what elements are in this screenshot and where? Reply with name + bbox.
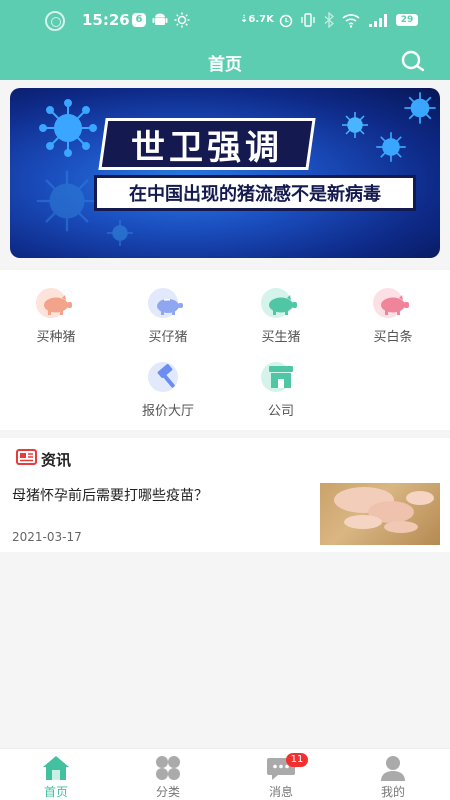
category-item-live-pig[interactable]: 买生猪 [225,288,337,345]
tab-messages[interactable]: 11 消息 [225,749,337,800]
grid-icon [156,756,180,780]
newspaper-icon [16,449,37,465]
status-bar: 15:26 6 ⇣6.7K 29 [0,8,450,32]
category-label: 公司 [267,404,294,419]
piglet-icon [148,288,188,322]
battery-indicator: 29 [396,14,418,26]
brightness-icon [174,12,190,28]
article-title[interactable]: 母猪怀孕前后需要打哪些疫苗？ [12,485,208,505]
pig-icon [373,288,413,322]
pig-icon [261,288,301,322]
virus-illustration [404,92,436,124]
virus-illustration [342,112,368,138]
bottom-tab-bar: 首页 分类 11 消息 我的 [0,748,450,800]
bluetooth-icon [324,12,335,28]
article-date: 2021-03-17 [12,530,82,544]
tab-label: 消息 [268,785,293,799]
virus-illustration [376,132,406,162]
vibrate-icon [301,13,315,27]
carousel-dots [216,248,235,258]
news-section: 资讯 母猪怀孕前后需要打哪些疫苗？ 2021-03-17 [0,438,450,552]
wifi-icon [342,14,360,28]
category-item-quote-hall[interactable]: 报价大厅 [112,362,224,419]
category-item-breeding-pig[interactable]: 买种猪 [0,288,112,345]
net-speed: ⇣6.7K [240,14,274,25]
app-header: 15:26 6 ⇣6.7K 29 首页 [0,0,450,80]
store-icon [261,362,301,396]
banner-subline: 在中国出现的猪流感不是新病毒 [129,184,381,205]
category-item-piglet[interactable]: 买仔猪 [112,288,224,345]
notification-count-badge: 6 [132,13,146,27]
android-icon [152,13,168,25]
home-icon [43,756,69,780]
article-thumbnail[interactable] [320,483,440,545]
category-label: 买仔猪 [148,330,188,345]
search-icon[interactable] [400,49,426,75]
category-label: 买白条 [373,330,413,345]
user-icon [381,756,405,781]
virus-illustration [107,220,133,246]
status-time: 15:26 [82,11,130,29]
category-grid: 买种猪 买仔猪 买生猪 买白条 报价大厅 公司 [0,270,450,430]
tab-category[interactable]: 分类 [112,749,224,800]
tab-profile[interactable]: 我的 [337,749,449,800]
hammer-icon [148,362,188,396]
banner-headline-box: 世卫强调 [98,118,316,170]
banner-subline-box: 在中国出现的猪流感不是新病毒 [94,175,416,211]
virus-illustration [39,99,97,157]
signal-icon [369,14,387,27]
tab-home[interactable]: 首页 [0,749,112,800]
page-title: 首页 [208,55,242,75]
banner-headline: 世卫强调 [131,127,283,168]
banner-carousel[interactable]: 世卫强调 在中国出现的猪流感不是新病毒 [10,88,440,258]
pig-icon [36,288,76,322]
category-item-company[interactable]: 公司 [225,362,337,419]
tab-label: 分类 [155,785,180,799]
tab-label: 首页 [43,785,68,799]
news-section-title: 资讯 [41,451,72,469]
record-icon [45,11,65,31]
alarm-icon [279,14,293,28]
category-item-carcass[interactable]: 买白条 [337,288,449,345]
message-count-badge: 11 [286,753,308,767]
tab-label: 我的 [380,785,405,799]
virus-illustration [36,170,98,232]
category-label: 报价大厅 [141,404,194,419]
category-label: 买种猪 [36,330,76,345]
category-label: 买生猪 [261,330,301,345]
